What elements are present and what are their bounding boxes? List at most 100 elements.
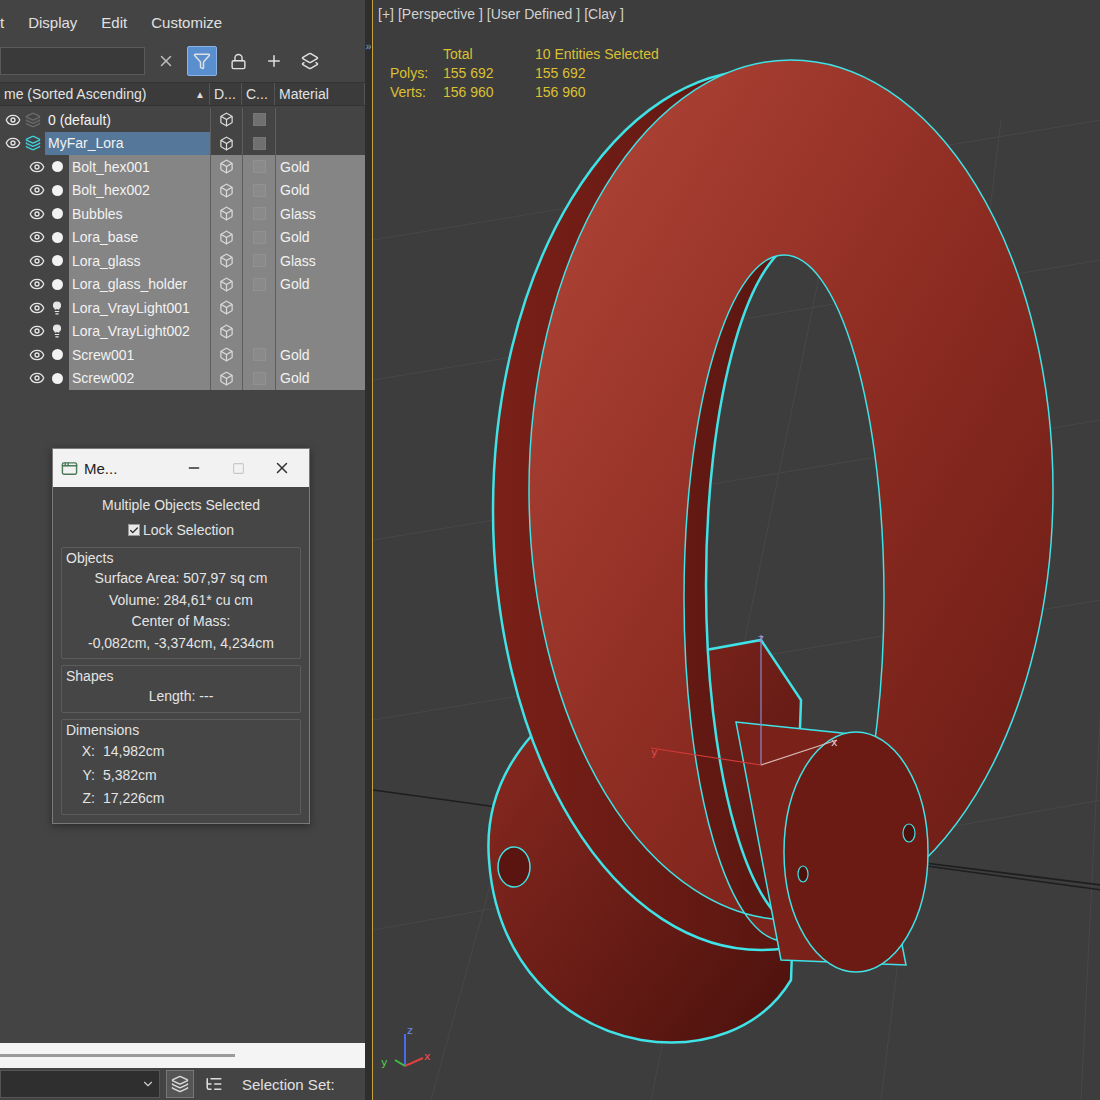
outliner-row[interactable]: Bolt_hex002Gold bbox=[0, 179, 365, 203]
color-swatch bbox=[253, 184, 266, 197]
add-layer-button[interactable] bbox=[259, 46, 289, 76]
object-box-icon bbox=[219, 347, 234, 362]
display-cell bbox=[210, 273, 242, 297]
outliner-row[interactable]: Screw002Gold bbox=[0, 367, 365, 391]
outliner-row[interactable]: MyFar_Lora bbox=[0, 132, 365, 156]
group-title: Dimensions bbox=[66, 721, 296, 740]
hierarchy-button[interactable] bbox=[200, 1070, 228, 1098]
viewport-label[interactable]: [Perspective ] bbox=[398, 6, 483, 22]
viewport-label[interactable]: [Clay ] bbox=[584, 6, 624, 22]
outliner-row[interactable]: Bolt_hex001Gold bbox=[0, 155, 365, 179]
column-header[interactable]: C... bbox=[242, 83, 275, 105]
explorer-dropdown[interactable] bbox=[0, 1070, 160, 1098]
close-button[interactable] bbox=[263, 459, 301, 477]
outliner-row[interactable]: Lora_glass_holderGold bbox=[0, 273, 365, 297]
outliner-row[interactable]: BubblesGlass bbox=[0, 202, 365, 226]
outliner-row[interactable]: Lora_glassGlass bbox=[0, 249, 365, 273]
display-cell bbox=[210, 155, 242, 179]
scroll-thumb[interactable] bbox=[0, 1054, 235, 1057]
filter-button[interactable] bbox=[187, 46, 217, 76]
clear-search-button[interactable] bbox=[151, 46, 181, 76]
object-box-icon bbox=[219, 277, 234, 292]
row-name: Bolt_hex002 bbox=[69, 179, 210, 203]
outliner-row[interactable]: 0 (default) bbox=[0, 108, 365, 132]
object-dot-icon bbox=[47, 345, 67, 365]
visibility-eye-icon[interactable] bbox=[27, 204, 47, 224]
row-name: Lora_glass bbox=[69, 249, 210, 273]
row-name: Lora_VrayLight001 bbox=[69, 296, 210, 320]
color-swatch bbox=[253, 348, 266, 361]
close-icon bbox=[157, 52, 175, 70]
info-line: Length: --- bbox=[66, 686, 296, 708]
layer-icon bbox=[23, 133, 43, 153]
column-header[interactable]: D... bbox=[210, 83, 242, 105]
object-dot-icon bbox=[47, 157, 67, 177]
viewport-label[interactable]: [+] bbox=[378, 6, 394, 22]
layer-icon bbox=[23, 110, 43, 130]
row-name: Bubbles bbox=[69, 202, 210, 226]
plus-icon bbox=[265, 52, 283, 70]
outliner-row[interactable]: Screw001Gold bbox=[0, 343, 365, 367]
svg-text:x: x bbox=[424, 1050, 431, 1063]
visibility-eye-icon[interactable] bbox=[27, 180, 47, 200]
lamp-model[interactable] bbox=[488, 60, 1053, 1043]
maximize-icon bbox=[232, 462, 245, 475]
transform-gizmo[interactable]: zyx bbox=[651, 632, 838, 765]
overflow-icon[interactable]: » bbox=[365, 40, 371, 1100]
horizontal-scrollbar[interactable] bbox=[0, 1043, 365, 1068]
visibility-eye-icon[interactable] bbox=[27, 321, 47, 341]
row-name: MyFar_Lora bbox=[45, 132, 210, 156]
scene-canvas[interactable]: zyx zxy bbox=[373, 0, 1100, 1100]
menu-item[interactable]: Customize bbox=[151, 14, 222, 31]
row-name: Bolt_hex001 bbox=[69, 155, 210, 179]
object-box-icon bbox=[219, 112, 234, 127]
dialog-heading: Multiple Objects Selected bbox=[61, 493, 301, 517]
search-field[interactable] bbox=[0, 47, 145, 75]
layers-icon bbox=[301, 52, 319, 70]
visibility-eye-icon[interactable] bbox=[27, 298, 47, 318]
object-box-icon bbox=[219, 206, 234, 221]
color-cell bbox=[242, 273, 275, 297]
visibility-eye-icon[interactable] bbox=[27, 274, 47, 294]
outliner-row[interactable]: Lora_baseGold bbox=[0, 226, 365, 250]
visibility-eye-icon[interactable] bbox=[27, 157, 47, 177]
lock-button[interactable] bbox=[223, 46, 253, 76]
object-dot-icon bbox=[47, 368, 67, 388]
checkbox[interactable] bbox=[128, 524, 140, 536]
visibility-eye-icon[interactable] bbox=[27, 368, 47, 388]
svg-text:x: x bbox=[831, 736, 838, 749]
info-line: -0,082cm, -3,374cm, 4,234cm bbox=[66, 633, 296, 655]
outliner-row[interactable]: Lora_VrayLight002 bbox=[0, 320, 365, 344]
layers-button[interactable] bbox=[295, 46, 325, 76]
object-dot-icon bbox=[47, 251, 67, 271]
column-header[interactable]: Material bbox=[275, 83, 365, 105]
layer-explorer-button[interactable] bbox=[166, 1070, 194, 1098]
chevron-down-icon bbox=[141, 1077, 155, 1091]
menu-item[interactable]: t bbox=[0, 14, 4, 31]
menu-item[interactable]: Edit bbox=[101, 14, 127, 31]
axis-tripod-icon: zxy bbox=[381, 1024, 431, 1069]
lock-selection-checkbox[interactable]: Lock Selection bbox=[61, 519, 301, 541]
material-cell: Gold bbox=[275, 367, 365, 391]
column-header[interactable]: me (Sorted Ascending)▲ bbox=[0, 83, 210, 105]
filter-icon bbox=[193, 52, 211, 70]
viewport-label[interactable]: [User Defined ] bbox=[487, 6, 580, 22]
object-box-icon bbox=[219, 300, 234, 315]
visibility-eye-icon[interactable] bbox=[3, 133, 23, 153]
dialog-title-bar[interactable]: Me... bbox=[53, 449, 309, 487]
minimize-button[interactable] bbox=[175, 460, 213, 476]
display-cell bbox=[210, 202, 242, 226]
dimension-line: Y:5,382cm bbox=[66, 763, 296, 787]
visibility-eye-icon[interactable] bbox=[3, 110, 23, 130]
color-cell bbox=[242, 320, 275, 344]
visibility-eye-icon[interactable] bbox=[27, 251, 47, 271]
group-title: Objects bbox=[66, 549, 296, 568]
outliner-row[interactable]: Lora_VrayLight001 bbox=[0, 296, 365, 320]
visibility-eye-icon[interactable] bbox=[27, 227, 47, 247]
stats-selected: 155 692 bbox=[535, 65, 659, 81]
menu-item[interactable]: Display bbox=[28, 14, 77, 31]
visibility-eye-icon[interactable] bbox=[27, 345, 47, 365]
perspective-viewport[interactable]: zyx zxy [+][Perspective ][User Defined ][C… bbox=[372, 0, 1100, 1100]
menu-bar: t Display Edit Customize bbox=[0, 0, 365, 44]
measure-dialog[interactable]: Me... Multiple Objects SelectedLock Selec… bbox=[52, 448, 310, 824]
